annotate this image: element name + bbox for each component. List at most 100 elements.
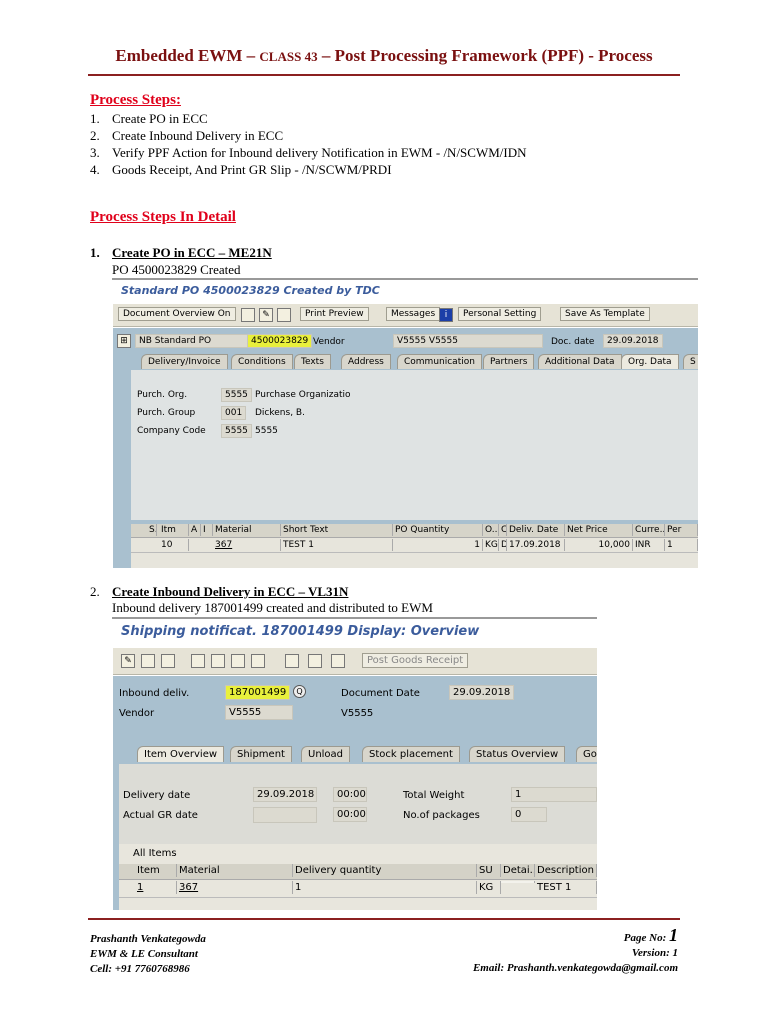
info-icon[interactable]: i (439, 308, 453, 322)
org-data-panel: Purch. Org. 5555 Purchase Organizatio Pu… (131, 370, 698, 520)
doc-date-field[interactable]: 29.09.2018 (603, 334, 663, 348)
delivery-time-field[interactable]: 00:00 (333, 787, 367, 802)
all-items-table: All Items Item Material Delivery quantit… (119, 844, 597, 910)
edit-icon[interactable]: ✎ (259, 308, 273, 322)
table-row[interactable]: 1 367 1 KG TEST 1 (119, 881, 597, 898)
doc-type-field[interactable]: NB Standard PO (135, 334, 255, 348)
save-as-template-button[interactable]: Save As Template (560, 307, 650, 321)
process-steps-list: 1. Create PO in ECC 2. Create Inbound Deli… (90, 110, 527, 178)
vendor-field[interactable]: V5555 (225, 705, 293, 720)
hat-icon[interactable] (231, 654, 245, 668)
screen-body: ⊞ NB Standard PO 4500023829 Vendor V5555… (113, 328, 698, 568)
list-item: 4. Goods Receipt, And Print GR Slip - /N/… (90, 161, 527, 178)
grid-icon[interactable] (331, 654, 345, 668)
purch-group-label: Purch. Group (137, 408, 196, 418)
vendor-label: Vendor (313, 337, 345, 347)
po-number-field[interactable]: 4500023829 (247, 334, 313, 348)
warning-icon[interactable] (251, 654, 265, 668)
cell-deliv-date: 17.09.2018 (507, 539, 565, 551)
document-overview-button[interactable]: Document Overview On (118, 307, 236, 321)
new-icon[interactable] (241, 308, 255, 322)
tab-item-overview[interactable]: Item Overview (137, 746, 225, 762)
tab-org-data[interactable]: Org. Data (621, 354, 679, 369)
purch-org-field[interactable]: 5555 (221, 388, 252, 402)
packages-field[interactable]: 0 (511, 807, 547, 822)
tab-more[interactable]: Go (576, 746, 597, 762)
tab-shipment[interactable]: Shipment (230, 746, 292, 762)
document-date-field[interactable]: 29.09.2018 (449, 685, 515, 700)
tab-address[interactable]: Address (341, 354, 391, 369)
header-rule (88, 74, 680, 76)
tab-delivery-invoice[interactable]: Delivery/Invoice (141, 354, 228, 369)
step2-desc: Inbound delivery 187001499 created and d… (112, 600, 433, 615)
copy-icon[interactable] (277, 308, 291, 322)
author-name: Prashanth Venkategowda (90, 933, 206, 945)
cell-material[interactable]: 367 (213, 539, 281, 551)
tab-more[interactable]: S (683, 354, 698, 369)
document-date-label: Document Date (341, 688, 420, 699)
post-goods-receipt-button[interactable]: Post Goods Receipt (362, 653, 469, 668)
tab-conditions[interactable]: Conditions (231, 354, 293, 369)
col-header: A (189, 524, 201, 536)
col-header: O.. (485, 524, 499, 536)
tab-stock-placement[interactable]: Stock placement (362, 746, 460, 762)
col-header: Itm (159, 524, 189, 536)
cell-su: KG (477, 881, 501, 894)
doc-date-label: Doc. date (551, 337, 595, 347)
tab-partners[interactable]: Partners (483, 354, 535, 369)
actual-gr-date-field[interactable] (253, 807, 317, 823)
package-icon[interactable] (285, 654, 299, 668)
cell-uom: KG (485, 539, 499, 551)
cell-detail[interactable] (501, 881, 535, 883)
vendor-field[interactable]: V5555 V5555 (393, 334, 543, 348)
col-header: Description (535, 864, 597, 877)
table-row[interactable]: 10 367 TEST 1 1 KG D 17.09.2018 10,000 I… (131, 539, 698, 553)
tab-texts[interactable]: Texts (294, 354, 331, 369)
inbound-deliv-field[interactable]: 187001499 (225, 685, 290, 700)
title-sep: – (242, 46, 260, 65)
toolbar: Document Overview On ✎ Print Preview Mes… (113, 304, 698, 327)
cell-short-text: TEST 1 (281, 539, 393, 551)
cell-material[interactable]: 367 (177, 881, 293, 894)
step-text: Create Inbound Delivery in ECC (112, 128, 284, 143)
total-weight-field[interactable]: 1 (511, 787, 597, 802)
cell-item[interactable]: 1 (135, 881, 177, 894)
search-icon[interactable]: Q (293, 685, 306, 698)
vendor-name: V5555 (341, 708, 374, 719)
change-icon[interactable] (141, 654, 155, 668)
print-preview-button[interactable]: Print Preview (300, 307, 369, 321)
cell-quantity: 1 (293, 881, 477, 894)
list-item: 1. Create PO in ECC (90, 110, 527, 127)
actual-gr-time-field[interactable]: 00:00 (333, 807, 367, 822)
personal-setting-button[interactable]: Personal Setting (458, 307, 542, 321)
num: 1. (90, 111, 100, 126)
tab-communication[interactable]: Communication (397, 354, 482, 369)
num: 1. (90, 245, 100, 260)
mountain-icon[interactable] (211, 654, 225, 668)
copy-icon[interactable] (191, 654, 205, 668)
stamp-icon[interactable] (308, 654, 322, 668)
tab-unload[interactable]: Unload (301, 746, 351, 762)
delete-icon[interactable] (161, 654, 175, 668)
col-header: Per (665, 524, 698, 536)
tab-status-overview[interactable]: Status Overview (469, 746, 566, 762)
company-code-text: 5555 (255, 426, 278, 436)
page-label: Page No: (623, 932, 667, 944)
cell-per: 1 (665, 539, 698, 551)
po-screenshot: Standard PO 4500023829 Created by TDC Do… (113, 282, 698, 568)
col-header: PO Quantity (393, 524, 483, 536)
messages-button[interactable]: Messages (386, 307, 441, 321)
title-part: Post Processing Framework (PPF) - Proces… (334, 46, 653, 65)
screen-title: Standard PO 4500023829 Created by TDC (121, 284, 380, 297)
tab-additional-data[interactable]: Additional Data (538, 354, 622, 369)
cell-net-price: 10,000 (565, 539, 633, 551)
actual-gr-label: Actual GR date (123, 810, 198, 821)
cart-icon: ⊞ (117, 334, 131, 348)
table-header: S.. Itm A I Material Short Text PO Quant… (131, 524, 698, 538)
company-code-field[interactable]: 5555 (221, 424, 252, 438)
step2-title: Create Inbound Delivery in ECC – VL31N (112, 584, 349, 599)
purch-group-field[interactable]: 001 (221, 406, 247, 420)
col-header: C (501, 524, 507, 536)
delivery-date-field[interactable]: 29.09.2018 (253, 787, 317, 802)
edit-icon[interactable]: ✎ (121, 654, 135, 668)
